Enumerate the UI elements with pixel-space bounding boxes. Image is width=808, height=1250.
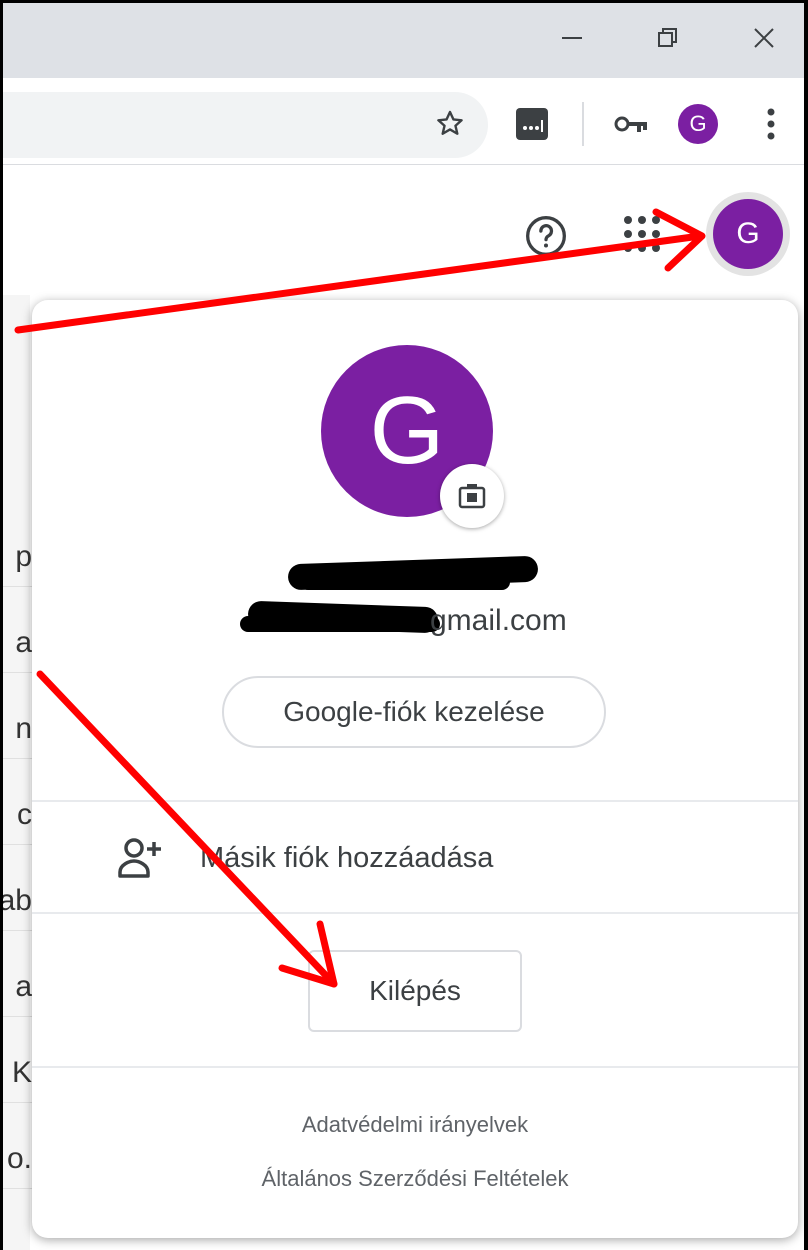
list-item-text: a (15, 970, 32, 1003)
frame-border-right (804, 0, 808, 1250)
help-button[interactable] (522, 212, 570, 260)
list-item[interactable]: o. (0, 1132, 34, 1189)
list-item[interactable]: ab (0, 874, 34, 931)
list-item[interactable]: c (0, 788, 34, 845)
account-avatar: G (713, 199, 783, 269)
redacted-email-scribble (240, 616, 440, 632)
person-add-icon (118, 838, 161, 878)
more-vert-icon (767, 108, 775, 140)
extension-button[interactable] (514, 106, 550, 142)
help-icon (526, 216, 566, 256)
gmail-header (0, 165, 804, 295)
profile-avatar-small: G (678, 104, 718, 144)
camera-icon (458, 484, 486, 509)
apps-grid-icon (624, 216, 660, 252)
bookmark-star-button[interactable] (430, 104, 470, 144)
list-item-text: n (15, 712, 32, 745)
google-account-button[interactable]: G (706, 192, 790, 276)
restore-icon (658, 28, 677, 47)
message-list-background (0, 295, 30, 1250)
divider (32, 912, 798, 914)
divider (32, 1066, 798, 1068)
restore-button[interactable] (648, 18, 688, 58)
add-account-label: Másik fiók hozzáadása (200, 842, 494, 874)
star-icon (437, 110, 463, 135)
terms-of-service-link[interactable]: Általános Szerződési Feltételek (32, 1166, 798, 1192)
frame-border-left (0, 0, 3, 1250)
list-item-text: a (15, 626, 32, 659)
list-item-text: K (11, 1056, 32, 1089)
list-item-text: c (17, 798, 32, 831)
list-item-text: o. (6, 1142, 32, 1175)
list-item[interactable]: a (0, 960, 34, 1017)
change-photo-button[interactable] (440, 464, 504, 528)
toolbar-separator (582, 102, 584, 146)
key-icon (614, 116, 647, 132)
passwords-button[interactable] (612, 106, 652, 142)
list-item[interactable]: K (0, 1046, 34, 1103)
password-manager-extension-icon (516, 108, 548, 140)
chrome-menu-button[interactable] (756, 104, 786, 144)
redacted-name-scribble (300, 574, 510, 590)
frame-border-top (0, 0, 808, 3)
manage-google-account-button[interactable]: Google-fiók kezelése (222, 676, 606, 748)
sign-out-button[interactable]: Kilépés (308, 950, 522, 1032)
minimize-button[interactable] (552, 18, 592, 58)
list-item[interactable]: p (0, 530, 34, 587)
screenshot-frame: G G p a n c ab a K o. G gmail.com Google… (0, 0, 808, 1250)
google-apps-button[interactable] (620, 212, 664, 256)
close-icon (754, 28, 774, 48)
address-bar[interactable] (0, 92, 488, 158)
privacy-policy-link[interactable]: Adatvédelmi irányelvek (32, 1112, 798, 1138)
list-item-text: ab (0, 884, 32, 917)
minimize-icon (562, 37, 582, 39)
list-item-text: p (15, 540, 32, 573)
chrome-profile-button[interactable]: G (678, 104, 718, 144)
close-window-button[interactable] (744, 18, 784, 58)
list-item[interactable]: a (0, 616, 34, 673)
account-email: gmail.com (430, 604, 567, 637)
list-item[interactable]: n (0, 702, 34, 759)
